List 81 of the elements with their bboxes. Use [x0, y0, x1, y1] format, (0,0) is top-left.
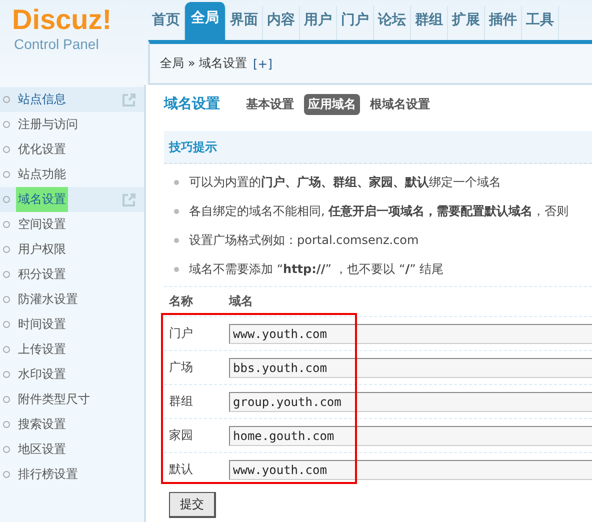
- domain-field[interactable]: home.gouth.com: [229, 426, 592, 446]
- bullet-icon: [3, 346, 10, 353]
- row-label: 门户: [168, 325, 194, 342]
- sidebar-item[interactable]: 注册与访问: [0, 112, 144, 137]
- sidebar-label: 站点功能: [17, 166, 67, 183]
- tip-text: 设置广场格式例如：portal.comsenz.com: [189, 232, 419, 249]
- bullet-icon: [174, 180, 179, 185]
- sidebar-item[interactable]: 时间设置: [0, 312, 144, 337]
- bullet-icon: [3, 196, 10, 203]
- sidebar-label: 用户权限: [17, 241, 67, 258]
- sidebar-label: 搜索设置: [17, 416, 67, 433]
- submit-button[interactable]: 提交: [169, 492, 216, 518]
- row-label: 广场: [168, 359, 194, 376]
- bullet-icon: [3, 146, 10, 153]
- domain-field[interactable]: group.youth.com: [229, 392, 592, 412]
- sidebar-label: 域名设置: [16, 187, 68, 212]
- bullet-icon: [3, 271, 10, 278]
- sidebar-label: 上传设置: [17, 341, 67, 358]
- sidebar-item[interactable]: 附件类型尺寸: [0, 387, 144, 412]
- sidebar-item[interactable]: 站点信息: [0, 87, 144, 112]
- sidebar-item[interactable]: 用户权限: [0, 237, 144, 262]
- sidebar-label: 时间设置: [17, 316, 67, 333]
- popout-icon[interactable]: [122, 93, 136, 107]
- sidebar-item[interactable]: 上传设置: [0, 337, 144, 362]
- sidebar-label: 站点信息: [17, 91, 67, 108]
- sidebar-label: 积分设置: [17, 266, 67, 283]
- sub-tab[interactable]: 根域名设置: [366, 94, 434, 114]
- bullet-icon: [3, 371, 10, 378]
- bullet-icon: [174, 238, 179, 243]
- bullet-icon: [3, 296, 10, 303]
- domain-field[interactable]: www.youth.com: [229, 324, 592, 344]
- sidebar-item[interactable]: 优化设置: [0, 137, 144, 162]
- sidebar-label: 优化设置: [17, 141, 67, 158]
- sidebar-item[interactable]: 积分设置: [0, 262, 144, 287]
- bullet-icon: [174, 209, 179, 214]
- bullet-icon: [3, 471, 10, 478]
- sidebar-label: 水印设置: [17, 366, 67, 383]
- bullet-icon: [3, 396, 10, 403]
- domain-field[interactable]: bbs.youth.com: [229, 358, 592, 378]
- popout-icon[interactable]: [122, 193, 136, 207]
- sidebar-item[interactable]: 防灌水设置: [0, 287, 144, 312]
- sidebar-label: 空间设置: [17, 216, 67, 233]
- sidebar-label: 排行榜设置: [17, 466, 79, 483]
- add-link[interactable]: [+]: [252, 56, 272, 70]
- row-label: 默认: [168, 461, 194, 478]
- bullet-icon: [3, 96, 10, 103]
- bullet-icon: [3, 321, 10, 328]
- column-header: 域名: [229, 293, 253, 310]
- sidebar-item[interactable]: 搜索设置: [0, 412, 144, 437]
- bullet-icon: [3, 446, 10, 453]
- sidebar-item[interactable]: 站点功能: [0, 162, 144, 187]
- bullet-icon: [3, 421, 10, 428]
- nav-tab[interactable]: 全局: [185, 2, 226, 40]
- tip-text: 域名不需要添加 “http://” ，也不要以 “/” 结尾: [189, 261, 444, 278]
- sidebar-label: 地区设置: [17, 441, 67, 458]
- bullet-icon: [3, 246, 10, 253]
- sidebar-item[interactable]: 水印设置: [0, 362, 144, 387]
- tip-text: 各自绑定的域名不能相同, 任意开启一项域名，需要配置默认域名，否则: [189, 203, 569, 220]
- row-label: 群组: [168, 393, 194, 410]
- bullet-icon: [3, 121, 10, 128]
- sidebar-item[interactable]: 地区设置: [0, 437, 144, 462]
- row-label: 家园: [168, 427, 194, 444]
- page-title: 域名设置: [164, 95, 220, 113]
- tip-text: 可以为内置的门户、广场、群组、家园、默认绑定一个域名: [189, 174, 501, 191]
- sidebar-label: 防灌水设置: [17, 291, 79, 308]
- domain-field[interactable]: www.youth.com: [229, 460, 592, 480]
- sidebar-label: 附件类型尺寸: [17, 391, 91, 408]
- sidebar-item[interactable]: 域名设置: [0, 187, 144, 212]
- sub-tab[interactable]: 应用域名: [304, 94, 360, 114]
- sidebar-label: 注册与访问: [17, 116, 79, 133]
- sidebar-item[interactable]: 排行榜设置: [0, 462, 144, 487]
- bullet-icon: [3, 221, 10, 228]
- logo-text: Discuz!: [12, 4, 112, 36]
- bullet-icon: [174, 267, 179, 272]
- sub-tab[interactable]: 基本设置: [242, 94, 298, 114]
- bullet-icon: [3, 171, 10, 178]
- breadcrumb: 全局 » 域名设置: [160, 55, 247, 72]
- column-header: 名称: [168, 293, 194, 310]
- sidebar-item[interactable]: 空间设置: [0, 212, 144, 237]
- tips-title: 技巧提示: [169, 138, 217, 156]
- logo-subtitle: Control Panel: [14, 36, 99, 52]
